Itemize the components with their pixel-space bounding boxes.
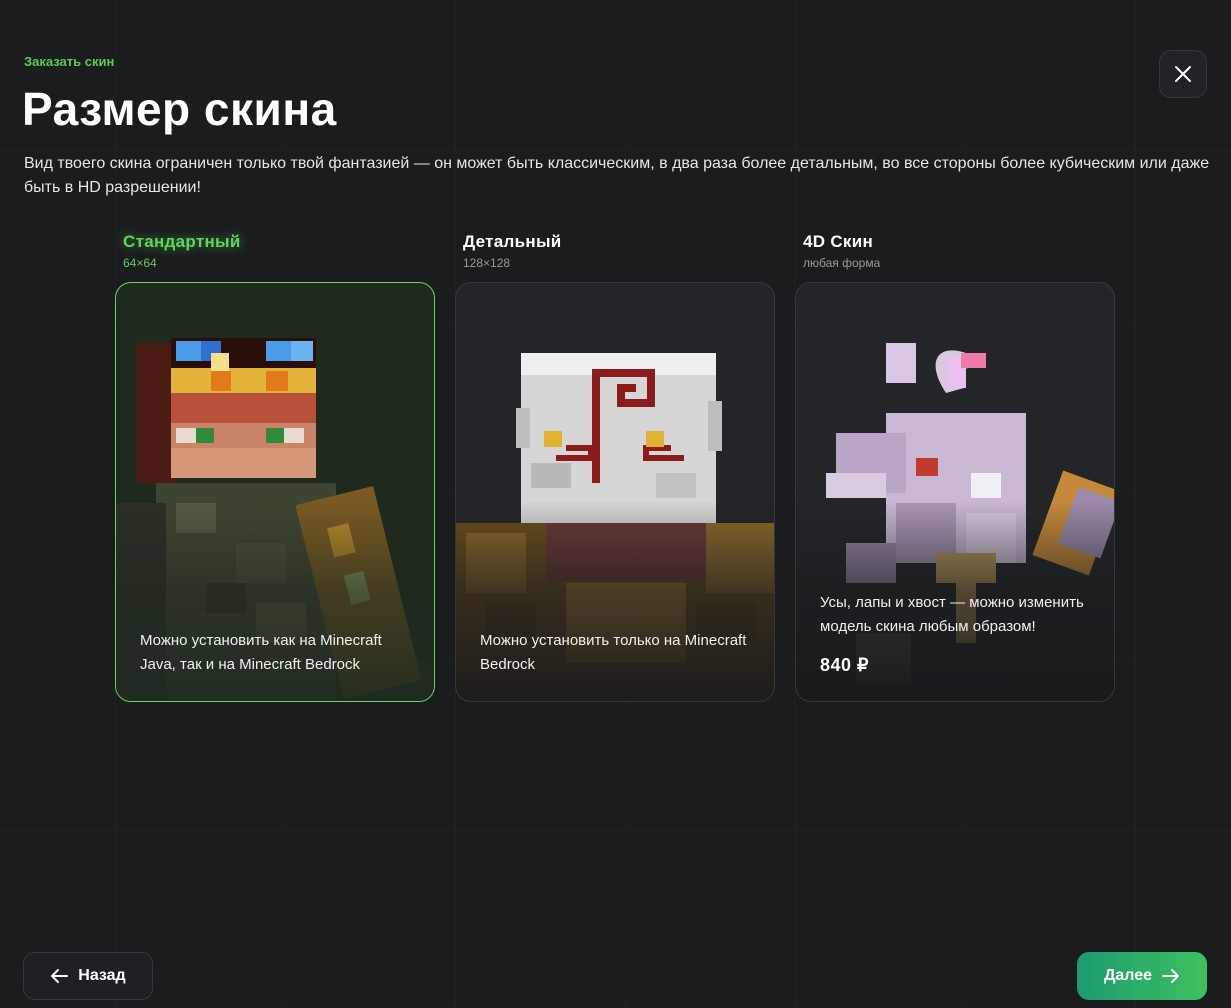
skin-card-detailed[interactable]: Можно установить только на Minecraft Bed… bbox=[455, 282, 775, 702]
arrow-left-icon bbox=[51, 969, 69, 983]
back-button-label: Назад bbox=[78, 967, 126, 984]
back-button[interactable]: Назад bbox=[23, 952, 153, 1000]
option-size: любая форма bbox=[803, 256, 881, 270]
option-4d: 4D Скин любая форма Усы, лапы и хвост — … bbox=[795, 232, 1115, 702]
card-description-wrapper: Можно установить только на Minecraft Bed… bbox=[480, 629, 754, 677]
close-button[interactable] bbox=[1159, 50, 1207, 98]
option-size: 128×128 bbox=[463, 256, 511, 270]
close-icon bbox=[1175, 66, 1191, 82]
card-description: Усы, лапы и хвост — можно изменить модел… bbox=[820, 594, 1084, 635]
option-detailed-header: Детальный 128×128 bbox=[455, 232, 775, 282]
option-title: Стандартный bbox=[123, 232, 241, 251]
option-standard: Стандартный 64×64 Можно установить как н… bbox=[115, 232, 435, 702]
option-title: Детальный bbox=[463, 232, 562, 251]
option-4d-header: 4D Скин любая форма bbox=[795, 232, 1115, 282]
next-button-label: Далее bbox=[1103, 967, 1153, 984]
option-title: 4D Скин bbox=[803, 232, 874, 251]
skin-card-4d[interactable]: Усы, лапы и хвост — можно изменить модел… bbox=[795, 282, 1115, 702]
card-price: 840 ₽ bbox=[820, 655, 869, 675]
arrow-right-icon bbox=[1162, 969, 1180, 983]
page-description: Вид твоего скина ограничен только твой ф… bbox=[24, 155, 1210, 196]
breadcrumb[interactable]: Заказать скин bbox=[24, 54, 114, 69]
card-description-wrapper: Можно установить как на Minecraft Java, … bbox=[140, 629, 414, 677]
page-title: Размер скина bbox=[22, 83, 337, 135]
option-standard-header: Стандартный 64×64 bbox=[115, 232, 435, 282]
next-button[interactable]: Далее bbox=[1077, 952, 1207, 1000]
option-size: 64×64 bbox=[123, 256, 157, 270]
skin-size-page: Заказать скин Размер скина Вид твоего ск… bbox=[0, 0, 1231, 1008]
card-description: Можно установить только на Minecraft Bed… bbox=[480, 632, 747, 673]
skin-card-standard[interactable]: Можно установить как на Minecraft Java, … bbox=[115, 282, 435, 702]
card-description: Можно установить как на Minecraft Java, … bbox=[140, 632, 382, 673]
card-description-wrapper: Усы, лапы и хвост — можно изменить модел… bbox=[820, 591, 1094, 677]
option-detailed: Детальный 128×128 Можно установить тольк… bbox=[455, 232, 775, 702]
